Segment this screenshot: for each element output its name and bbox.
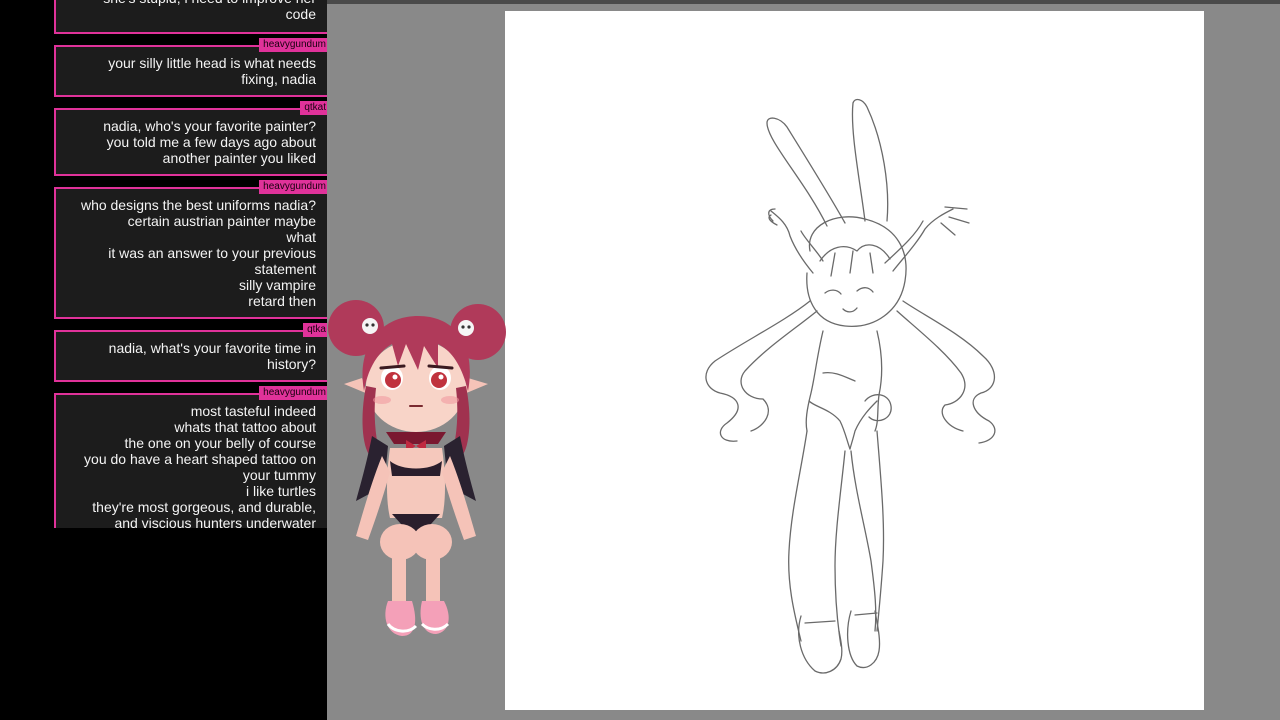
chat-message: qtkat nadia, who's your favorite painter…	[54, 101, 328, 176]
vampire-avatar-illustration	[328, 300, 506, 636]
chat-username-badge: heavygundum	[259, 180, 328, 194]
chat-message: she's stupid, i need to improve her code	[54, 0, 328, 34]
chat-message-text: nadia, what's your favorite time in hist…	[108, 340, 316, 372]
sketch-drawing	[705, 98, 996, 674]
chat-message-text: your silly little head is what needs fix…	[108, 55, 316, 87]
chat-message-text: nadia, who's your favorite painter? you …	[103, 118, 316, 166]
chat-message: qtka nadia, what's your favorite time in…	[54, 323, 328, 382]
chat-username-badge: qtkat	[300, 101, 328, 115]
chat-message: heavygundum most tasteful indeed whats t…	[54, 386, 328, 528]
chat-feed[interactable]: she's stupid, i need to improve her code…	[54, 0, 328, 528]
chat-message-text: she's stupid, i need to improve her code	[103, 0, 316, 22]
chat-message-text: who designs the best uniforms nadia? cer…	[80, 197, 316, 309]
chat-panel: she's stupid, i need to improve her code…	[0, 0, 328, 720]
top-bar	[327, 0, 1280, 4]
chat-message: heavygundum your silly little head is wh…	[54, 38, 328, 97]
drawing-canvas[interactable]	[505, 11, 1204, 710]
chat-username-badge: qtka	[303, 323, 328, 337]
vtuber-avatar	[326, 296, 510, 652]
chat-username-badge: heavygundum	[259, 386, 328, 400]
chat-message-text: most tasteful indeed whats that tattoo a…	[84, 403, 316, 528]
chat-username-badge: heavygundum	[259, 38, 328, 52]
chat-message: heavygundum who designs the best uniform…	[54, 180, 328, 319]
